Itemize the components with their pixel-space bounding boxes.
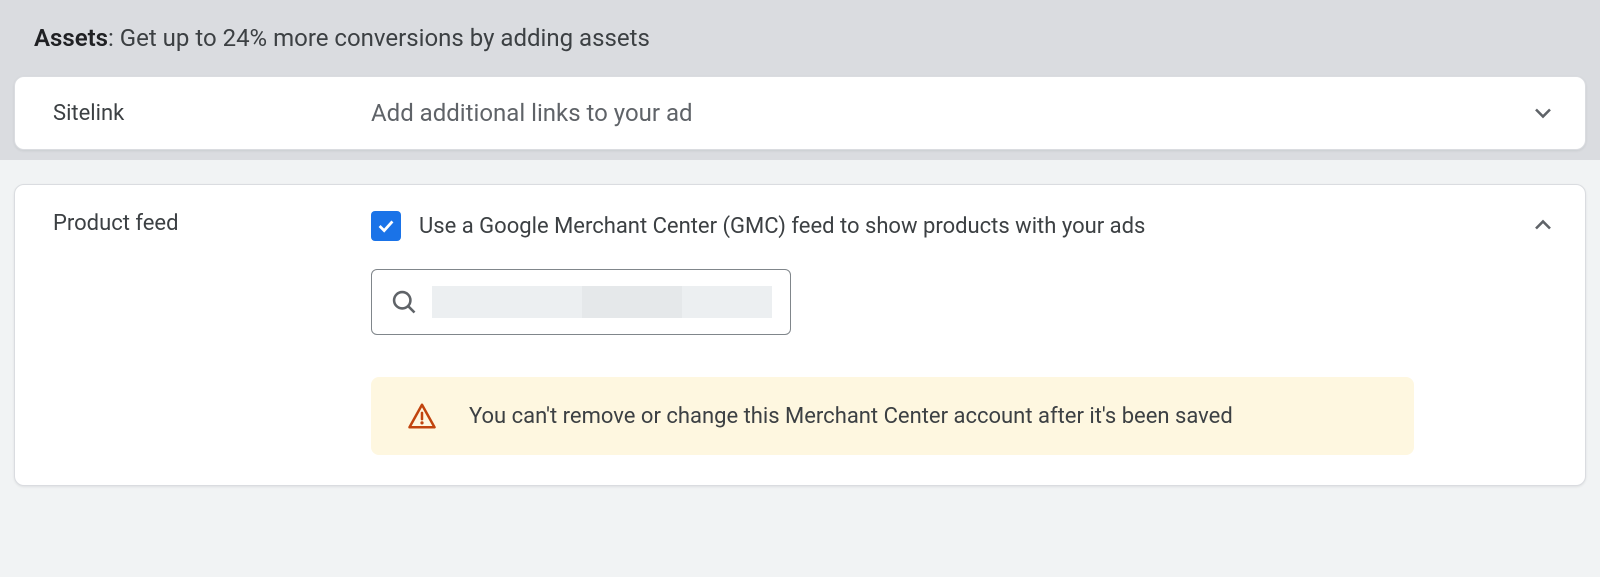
product-feed-card: Product feed Use a Google Merchant Cente…	[14, 184, 1586, 486]
sitelink-label: Sitelink	[53, 101, 371, 126]
warning-banner: You can't remove or change this Merchant…	[371, 377, 1414, 455]
product-feed-checkbox-row: Use a Google Merchant Center (GMC) feed …	[371, 211, 1529, 241]
sitelink-description: Add additional links to your ad	[371, 99, 1529, 127]
use-gmc-feed-checkbox[interactable]	[371, 211, 401, 241]
assets-section: Assets: Get up to 24% more conversions b…	[0, 0, 1600, 160]
warning-icon	[407, 401, 437, 431]
assets-header: Assets: Get up to 24% more conversions b…	[34, 24, 1586, 52]
product-feed-section: Product feed Use a Google Merchant Cente…	[14, 184, 1586, 486]
product-feed-label: Product feed	[53, 211, 371, 236]
sitelink-card[interactable]: Sitelink Add additional links to your ad	[14, 76, 1586, 150]
merchant-center-search-input[interactable]	[371, 269, 791, 335]
search-icon	[390, 288, 418, 316]
assets-header-rest: : Get up to 24% more conversions by addi…	[108, 24, 650, 52]
chevron-up-icon[interactable]	[1529, 211, 1557, 239]
assets-header-strong: Assets	[34, 24, 108, 52]
search-placeholder-redacted	[432, 286, 772, 318]
chevron-down-icon[interactable]	[1529, 99, 1557, 127]
warning-text: You can't remove or change this Merchant…	[469, 404, 1233, 429]
use-gmc-feed-label: Use a Google Merchant Center (GMC) feed …	[419, 214, 1145, 239]
